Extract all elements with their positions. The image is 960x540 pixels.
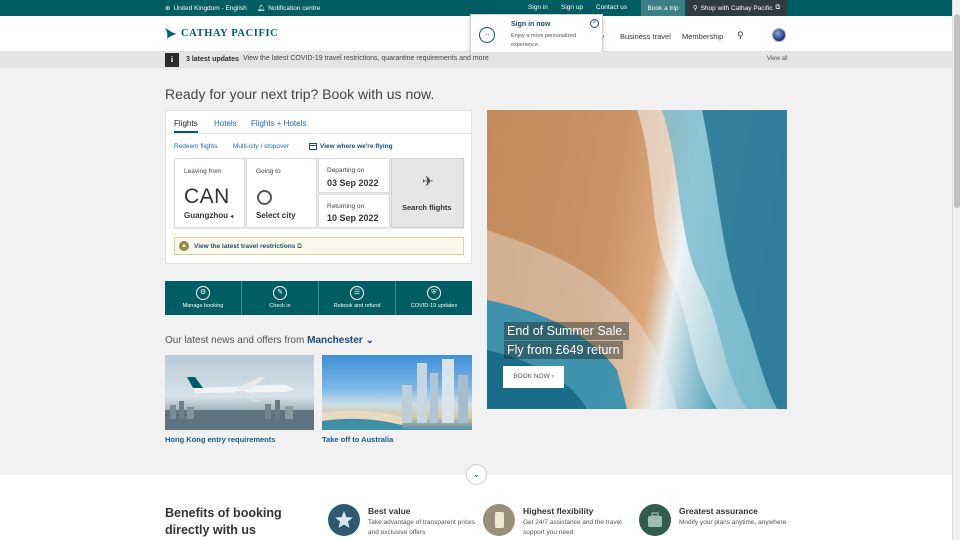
chevron-right-icon: › [551,373,554,380]
book-now-button[interactable]: BOOK NOW › [503,366,564,388]
manage-booking-icon: ⚙ [196,286,210,300]
skyline-image [322,359,468,430]
nav-item-membership[interactable]: Membership [682,32,723,41]
globe-icon [257,190,272,205]
updates-message[interactable]: View the latest COVID-19 travel restrict… [243,55,489,62]
profile-globe-icon[interactable] [772,28,786,42]
page-scrollbar[interactable] [952,0,960,540]
covid-updates-button[interactable]: ⛨ COVID-19 updates [396,281,472,315]
news-caption-australia[interactable]: Take off to Australia [322,435,393,444]
news-image-australia[interactable] [322,355,472,430]
return-date: 10 Sep 2022 [327,213,379,223]
view-where-flying-link[interactable]: View where we're flying [309,143,393,150]
destination-city: Select city [256,211,296,220]
updates-count: 3 latest updates [186,56,239,63]
shop-link[interactable]: ⚲ Shop with Cathay Pacific ⧉ [686,0,787,16]
news-heading: Our latest news and offers from Manchest… [165,335,374,346]
external-link-icon: ⧉ [297,243,302,250]
suitcase-icon [639,504,671,536]
quick-actions-bar: ⚙ Manage booking ✎ Check in ☰ Rebook and… [165,281,472,315]
booking-panel: Flights Hotels Flights + Hotels Redeem f… [165,110,472,264]
view-all-link[interactable]: View all [767,56,788,62]
sign-in-link[interactable]: Sign in [528,4,548,11]
popup-description: Enjoy a more personalized experience. [511,33,577,48]
close-icon[interactable]: × [590,19,599,28]
popup-title[interactable]: Sign in now [511,21,550,28]
chevron-down-icon[interactable]: ⌄ [466,464,487,485]
benefits-title: Benefits of booking directly with us [165,506,282,537]
search-icon[interactable]: ⚲ [737,30,744,41]
manage-booking-button[interactable]: ⚙ Manage booking [165,281,242,315]
returning-on-field[interactable]: Returning on 10 Sep 2022 [318,194,390,228]
page-headline: Ready for your next trip? Book with us n… [165,86,435,102]
tab-hotels[interactable]: Hotels [214,119,237,128]
multi-city-link[interactable]: Multi-city / stopover [233,143,289,150]
redeem-flights-link[interactable]: Redeem flights [174,143,217,150]
origin-city: Guangzhou ◂ [184,211,234,220]
info-icon: i [165,53,179,67]
nav-item-business-travel[interactable]: Business travel [620,32,671,41]
check-in-icon: ✎ [273,286,287,300]
external-link-icon: ⧉ [775,4,781,11]
language-selector[interactable]: ⊕ United Kingdom - English [165,4,247,13]
city-selector[interactable]: Manchester ⌄ [307,335,374,346]
booking-tabs: Flights Hotels Flights + Hotels [166,111,471,134]
tab-flights[interactable]: Flights [174,119,198,133]
going-to-field[interactable]: Going to Select city [246,158,317,228]
sign-up-link[interactable]: Sign up [561,4,583,11]
hero-banner[interactable]: End of Summer Sale. Fly from £649 return… [487,110,787,409]
cathay-logo[interactable]: CATHAY PACIFIC [165,28,278,39]
bell-icon: 🔔︎ [257,5,266,12]
brushwing-icon [165,28,177,39]
news-caption-hong-kong[interactable]: Hong Kong entry requirements [165,435,275,444]
rebook-refund-button[interactable]: ☰ Rebook and refund [319,281,396,315]
tab-flights-hotels[interactable]: Flights + Hotels [251,119,306,128]
depart-date: 03 Sep 2022 [327,178,379,188]
check-in-button[interactable]: ✎ Check in [242,281,319,315]
phone-icon [483,504,515,536]
departing-on-field[interactable]: Departing on 03 Sep 2022 [318,158,390,193]
shield-icon: ⛨ [427,286,441,300]
sign-in-popup: → Sign in now Enjoy a more personalized … [470,14,603,55]
book-a-trip-link[interactable]: Book a trip [641,0,685,16]
leaving-from-field[interactable]: Leaving from CAN Guangzhou ◂ [174,158,245,228]
origin-code: CAN [184,185,230,208]
alert-icon: ▲ [179,241,189,251]
calendar-icon [309,143,317,150]
airplane-image [165,377,314,430]
news-image-hong-kong[interactable] [165,355,314,430]
contact-us-link[interactable]: Contact us [596,4,627,11]
globe-icon: ⊕ [165,5,171,12]
plane-icon: ✈ [422,173,434,189]
shop-icon: ⚲ [692,5,698,12]
rebook-icon: ☰ [350,286,364,300]
star-badge-icon [328,504,360,536]
beach-aerial-image [487,110,787,409]
notification-centre-link[interactable]: 🔔︎ Notification centre [257,4,320,13]
search-flights-button[interactable]: ✈ Search flights [391,158,464,228]
sale-text: End of Summer Sale. Fly from £649 return [504,322,629,360]
sign-in-icon: → [479,27,495,43]
travel-restrictions-banner[interactable]: ▲ View the latest travel restrictions ⧉ [174,237,464,255]
updates-bar: i 3 latest updates View the latest COVID… [0,52,952,68]
scrollbar-thumb[interactable] [954,14,960,208]
caret-icon: ◂ [230,214,234,220]
chevron-down-icon: ⌄ [365,335,374,346]
